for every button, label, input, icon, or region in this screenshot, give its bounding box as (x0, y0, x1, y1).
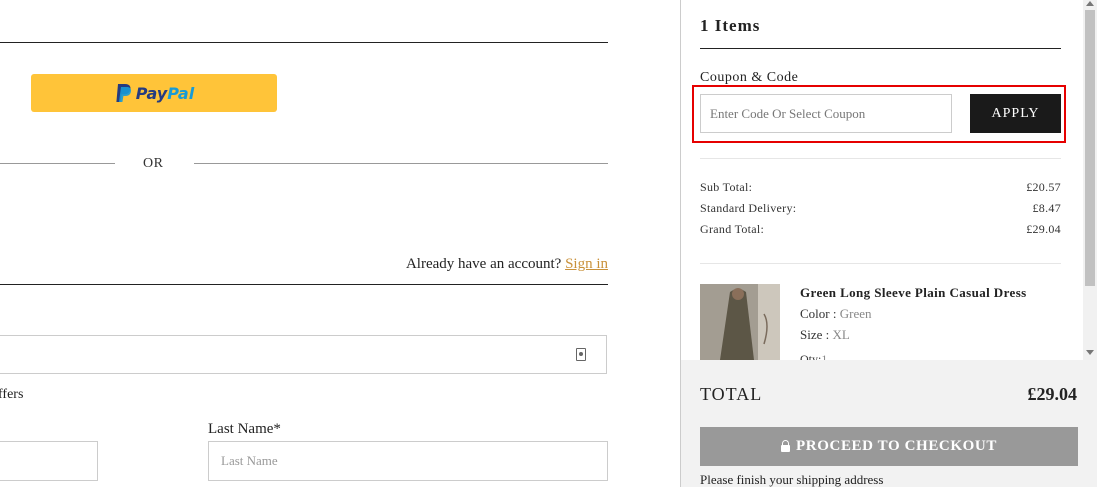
subtotal-label: Sub Total: (700, 180, 753, 194)
grand-total-value: £29.04 (1026, 222, 1061, 236)
product-size-value: XL (832, 327, 850, 342)
delivery-label: Standard Delivery: (700, 201, 797, 215)
paypal-logo: Pay Pal (114, 83, 194, 103)
paypal-pay-text: Pay (135, 83, 168, 103)
account-prompt: Already have an account? Sign in (406, 256, 608, 273)
cart-title-divider (700, 48, 1061, 49)
total-label: TOTAL (700, 384, 763, 404)
scroll-up-arrow-icon[interactable] (1086, 1, 1094, 6)
grand-total-row: Grand Total: £29.04 (700, 222, 1061, 237)
dress-image-icon (700, 284, 780, 360)
delivery-row: Standard Delivery: £8.47 (700, 201, 1061, 216)
proceed-to-checkout-button[interactable]: PROCEED TO CHECKOUT (700, 427, 1078, 466)
product-qty-value: 1 (821, 352, 828, 360)
top-divider (0, 42, 608, 43)
product-image[interactable] (700, 284, 780, 360)
paypal-pal-text: Pal (167, 83, 195, 103)
delivery-value: £8.47 (1032, 201, 1061, 215)
subtotal-value: £20.57 (1026, 180, 1061, 194)
scroll-down-arrow-icon[interactable] (1086, 350, 1094, 355)
grand-total-label: Grand Total: (700, 222, 765, 236)
product-color-label: Color : (800, 306, 837, 321)
paypal-button[interactable]: Pay Pal (31, 74, 277, 112)
coupon-input[interactable] (700, 94, 952, 133)
subtotal-row: Sub Total: £20.57 (700, 180, 1061, 195)
or-divider-left (0, 163, 115, 164)
contact-card-icon (576, 348, 586, 361)
lock-icon (781, 439, 791, 452)
product-color: Color : Green (800, 306, 872, 322)
product-qty-label: Qty: (800, 352, 822, 360)
total-value: £29.04 (1027, 384, 1078, 404)
product-name[interactable]: Green Long Sleeve Plain Casual Dress (800, 285, 1027, 301)
cart-footer (681, 360, 1097, 487)
paypal-icon (116, 84, 131, 102)
product-qty: Qty:1 (800, 352, 827, 360)
cart-scrollbar-thumb[interactable] (1085, 10, 1095, 286)
or-divider-right (194, 163, 608, 164)
account-prompt-text: Already have an account? (405, 256, 562, 272)
first-name-field[interactable] (0, 441, 98, 481)
account-divider (0, 284, 608, 285)
cart-items-title: 1 Items (700, 16, 761, 35)
summary-divider (700, 263, 1061, 264)
product-size: Size : XL (800, 327, 850, 343)
checkout-label: PROCEED TO CHECKOUT (796, 438, 997, 454)
apply-coupon-button[interactable]: APPLY (970, 94, 1061, 133)
sign-in-link[interactable]: Sign in (565, 256, 608, 272)
email-field[interactable] (0, 335, 607, 374)
coupon-divider (700, 158, 1061, 159)
shipping-address-note: Please finish your shipping address (700, 472, 884, 487)
product-color-value: Green (839, 306, 872, 321)
or-separator-text: OR (143, 156, 164, 171)
coupon-label: Coupon & Code (700, 70, 799, 85)
last-name-label: Last Name* (208, 421, 281, 437)
last-name-field[interactable] (208, 441, 608, 481)
offers-checkbox-label: ffers (0, 387, 24, 402)
product-size-label: Size : (800, 327, 830, 342)
